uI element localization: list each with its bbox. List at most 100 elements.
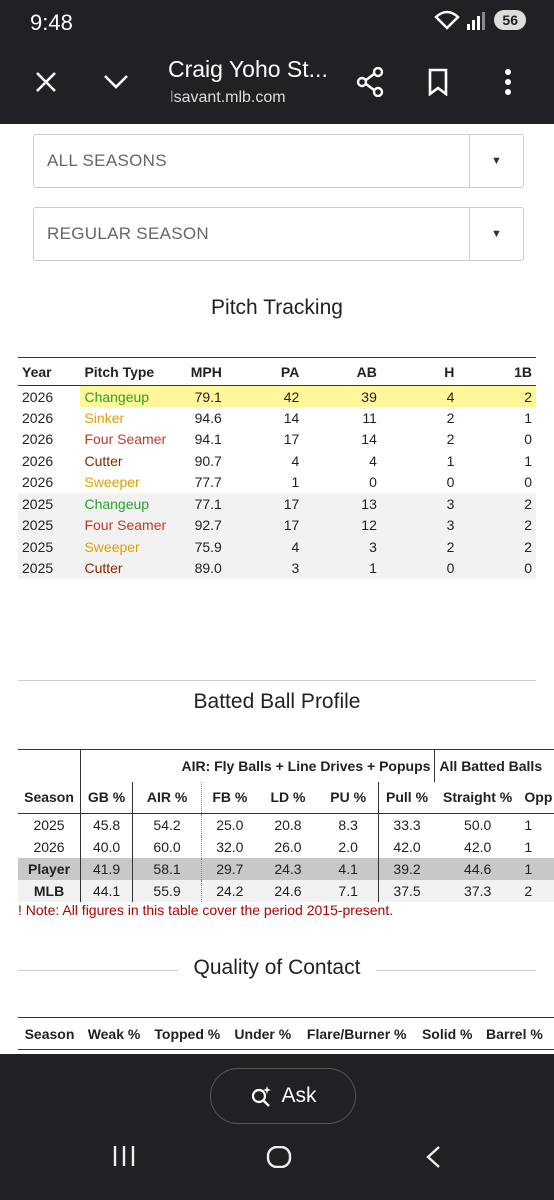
pitch-type-cell: Four Seamer bbox=[80, 514, 183, 536]
col-season[interactable]: Season bbox=[18, 1017, 81, 1050]
col-year[interactable]: Year bbox=[18, 357, 81, 386]
col-ab[interactable]: AB bbox=[303, 357, 381, 386]
col-h[interactable]: H bbox=[380, 357, 459, 386]
browser-toolbar: Craig Yoho St... lsavant.mlb.com bbox=[0, 46, 554, 124]
page-url: lsavant.mlb.com bbox=[170, 89, 286, 106]
table-cell: 2026 bbox=[22, 474, 54, 491]
table-cell: 2025 bbox=[18, 557, 81, 579]
signal-icon bbox=[467, 12, 486, 30]
table-cell: 94.1 bbox=[194, 431, 222, 448]
status-time: 9:48 bbox=[30, 10, 73, 35]
table-cell: 33.3 bbox=[378, 813, 435, 836]
quality-contact-table: Season Weak % Topped % Under % Flare/Bur… bbox=[18, 1017, 554, 1050]
pitch-type-cell: Changeup bbox=[80, 493, 183, 515]
col-mph[interactable]: MPH bbox=[182, 357, 226, 386]
back-button[interactable] bbox=[425, 1146, 441, 1173]
col-ld[interactable]: LD % bbox=[257, 781, 319, 814]
col-straight[interactable]: Straight % bbox=[434, 781, 521, 814]
bottom-bar: Ask bbox=[0, 1054, 554, 1200]
table-row: 2025 Four Seamer 92.7 17 12 3 2 bbox=[18, 514, 536, 536]
table-row: 2026 Changeup 79.1 42 39 4 2 bbox=[18, 385, 536, 407]
table-cell: 0 bbox=[380, 557, 459, 579]
table-cell: 75.9 bbox=[182, 536, 226, 558]
table-cell: 24.6 bbox=[257, 879, 319, 902]
table-cell: 40.0 bbox=[80, 835, 133, 858]
table-cell: 14 bbox=[361, 431, 377, 448]
dropdown-arrow-icon: ▼ bbox=[469, 135, 523, 187]
table-row: Player 41.9 58.1 29.7 24.3 4.1 39.2 44.6 1 bbox=[18, 857, 554, 880]
table-cell: 2 bbox=[446, 409, 455, 426]
pitch-type-cell: Sweeper bbox=[84, 474, 140, 491]
close-button[interactable] bbox=[26, 62, 66, 102]
col-pu[interactable]: PU % bbox=[318, 781, 379, 814]
table-row: 2025 Changeup 77.1 17 13 3 2 bbox=[18, 493, 536, 515]
col-pa[interactable]: PA bbox=[225, 357, 304, 386]
table-cell: 2025 bbox=[33, 816, 65, 833]
table-row: 2026 40.0 60.0 32.0 26.0 2.0 42.0 42.0 1 bbox=[18, 835, 554, 858]
col-fb[interactable]: FB % bbox=[200, 781, 258, 814]
pitch-type-cell: Cutter bbox=[84, 452, 123, 469]
col-pitch-type[interactable]: Pitch Type bbox=[80, 357, 183, 386]
season-type-select[interactable]: REGULAR SEASON ▼ bbox=[33, 207, 524, 261]
table-cell: 39.2 bbox=[378, 857, 435, 880]
table-cell: 0 bbox=[446, 474, 455, 491]
table-row: 2026 Sweeper 77.7 1 0 0 0 bbox=[18, 472, 536, 494]
seasons-select[interactable]: ALL SEASONS ▼ bbox=[33, 134, 524, 188]
pitch-type-cell: Changeup bbox=[80, 385, 183, 407]
table-header-row: Season Weak % Topped % Under % Flare/Bur… bbox=[18, 1017, 554, 1050]
pitch-type-cell: Sinker bbox=[84, 409, 125, 426]
col-weak[interactable]: Weak % bbox=[80, 1017, 148, 1050]
share-icon bbox=[356, 67, 384, 97]
col-gb[interactable]: GB % bbox=[80, 781, 133, 814]
table-cell: 2025 bbox=[18, 536, 81, 558]
table-cell: 79.1 bbox=[182, 385, 226, 407]
page-title: Craig Yoho St... bbox=[168, 56, 328, 82]
table-cell: 11 bbox=[362, 409, 377, 426]
col-topped[interactable]: Topped % bbox=[147, 1017, 228, 1050]
col-flare-burner[interactable]: Flare/Burner % bbox=[298, 1017, 416, 1050]
table-cell: 58.1 bbox=[132, 857, 202, 880]
table-row: 2025 45.8 54.2 25.0 20.8 8.3 33.3 50.0 1 bbox=[18, 813, 554, 836]
table-cell: 24.2 bbox=[200, 879, 258, 902]
wifi-icon bbox=[434, 10, 461, 30]
col-under[interactable]: Under % bbox=[227, 1017, 299, 1050]
share-button[interactable] bbox=[350, 62, 390, 102]
col-air[interactable]: AIR % bbox=[132, 781, 202, 814]
home-button[interactable] bbox=[266, 1145, 292, 1173]
col-opp[interactable]: Opp bbox=[520, 781, 554, 814]
table-cell: 12 bbox=[303, 514, 381, 536]
minimize-button[interactable] bbox=[96, 62, 136, 102]
table-cell: 1 bbox=[303, 557, 381, 579]
col-1b[interactable]: 1B bbox=[458, 357, 536, 386]
table-cell: 0 bbox=[458, 557, 536, 579]
table-cell: 42.0 bbox=[378, 835, 435, 858]
back-icon bbox=[426, 1146, 440, 1168]
ask-button[interactable]: Ask bbox=[210, 1068, 356, 1124]
url-text: savant.mlb.com bbox=[173, 89, 286, 106]
table-cell: 1 bbox=[524, 838, 533, 855]
table-row: 2025 Sweeper 75.9 4 3 2 2 bbox=[18, 536, 536, 558]
battery-indicator: 56 bbox=[494, 10, 526, 30]
col-season[interactable]: Season bbox=[18, 781, 81, 814]
col-ba[interactable]: Ba bbox=[549, 1017, 554, 1050]
table-header-row: Year Pitch Type MPH PA AB H 1B bbox=[18, 357, 536, 386]
batted-ball-title: Batted Ball Profile bbox=[193, 690, 361, 713]
more-options-button[interactable] bbox=[488, 62, 528, 102]
group-header-row: AIR: Fly Balls + Line Drives + Popups Al… bbox=[18, 749, 554, 782]
recent-apps-button[interactable] bbox=[113, 1146, 135, 1171]
table-cell: 60.0 bbox=[132, 835, 202, 858]
col-solid[interactable]: Solid % bbox=[415, 1017, 480, 1050]
table-cell: 37.3 bbox=[434, 879, 521, 902]
bookmark-button[interactable] bbox=[418, 62, 458, 102]
status-icons: 56 bbox=[434, 10, 526, 30]
recent-apps-icon bbox=[113, 1146, 135, 1166]
pitch-tracking-table: Year Pitch Type MPH PA AB H 1B 2026 Chang… bbox=[18, 357, 536, 579]
table-cell: 2026 bbox=[22, 431, 54, 448]
table-cell: 55.9 bbox=[132, 879, 202, 902]
table-cell: 26.0 bbox=[274, 838, 302, 855]
col-barrel[interactable]: Barrel % bbox=[479, 1017, 550, 1050]
col-pull[interactable]: Pull % bbox=[378, 781, 435, 814]
pitch-tracking-title: Pitch Tracking bbox=[211, 296, 343, 319]
table-cell: 39 bbox=[303, 385, 381, 407]
table-cell: 42 bbox=[225, 385, 304, 407]
